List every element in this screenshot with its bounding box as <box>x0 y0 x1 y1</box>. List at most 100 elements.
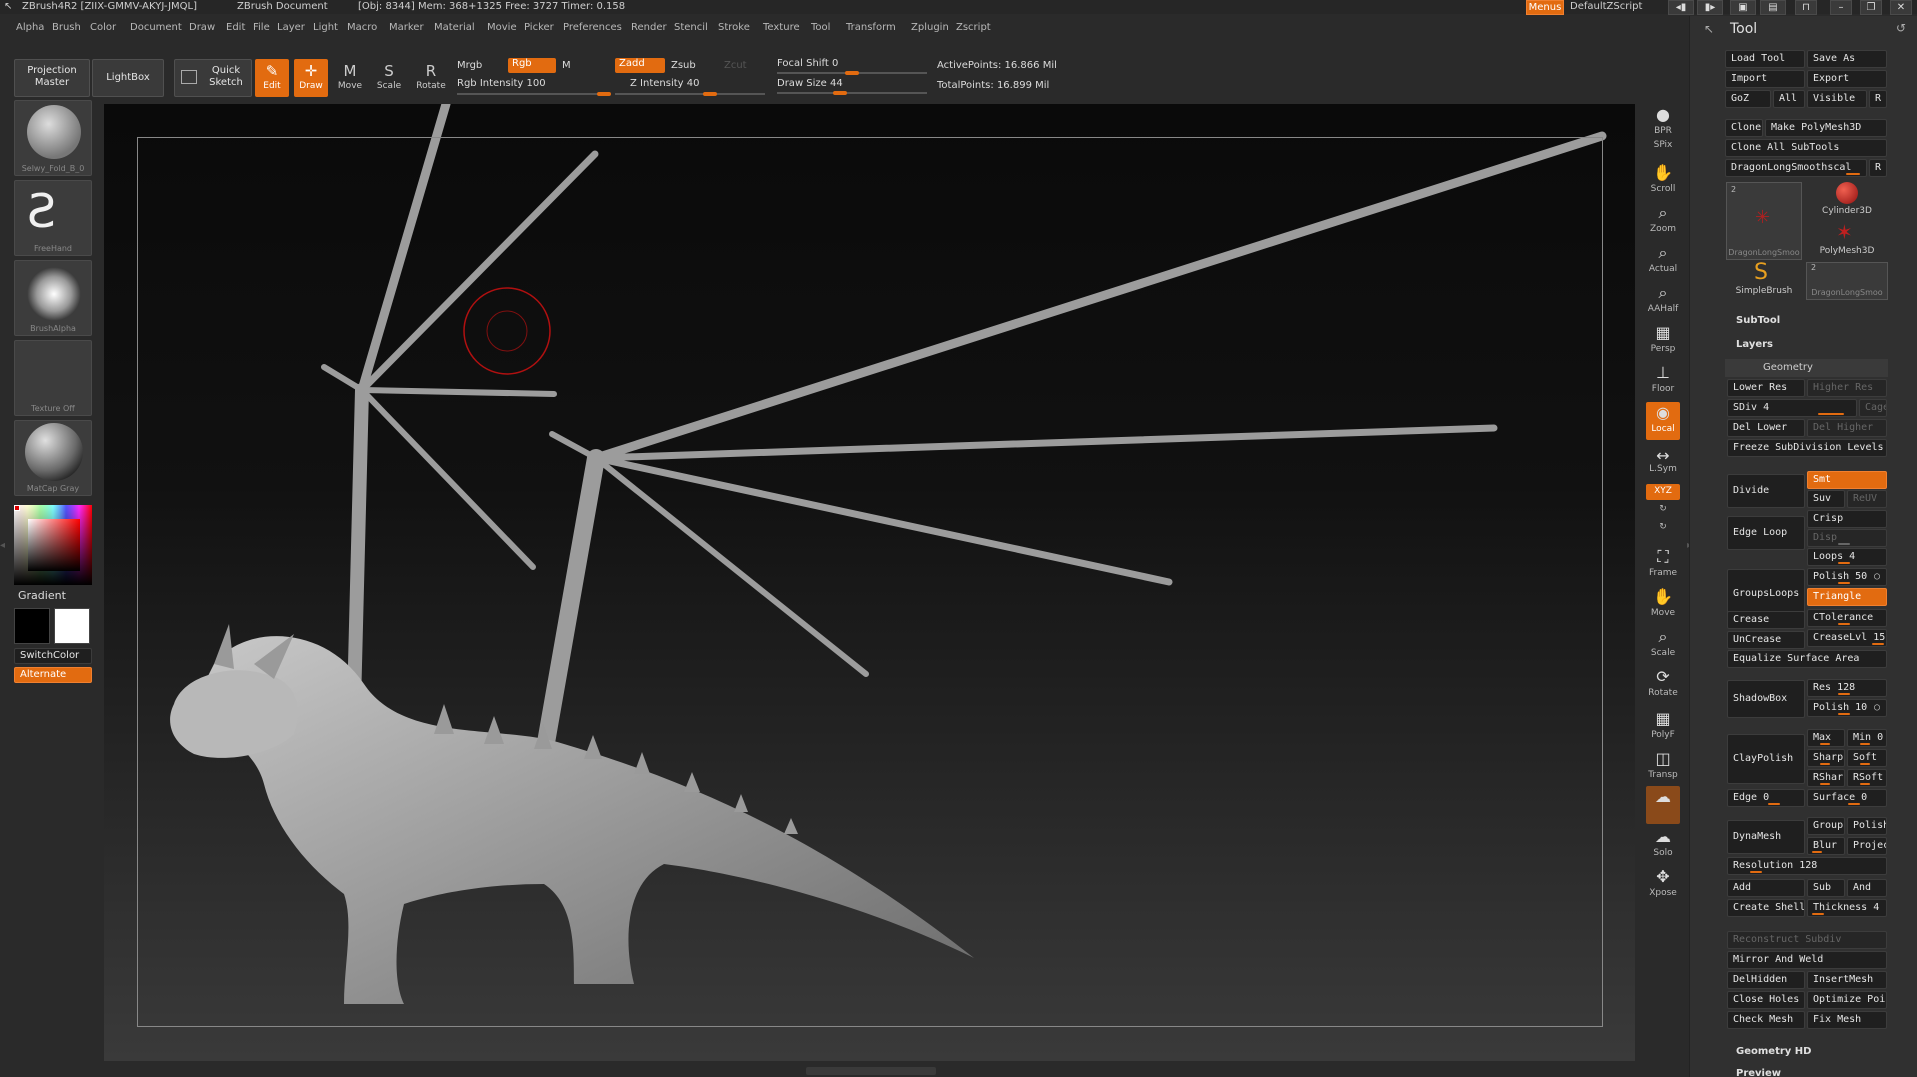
material-thumbnail[interactable]: MatCap Gray <box>14 420 92 496</box>
lock-icon[interactable]: ⊓ <box>1795 0 1817 15</box>
delhidden-button[interactable]: DelHidden <box>1727 971 1805 989</box>
menu-zplugin[interactable]: Zplugin <box>911 22 949 33</box>
tool-thumb-simplebrush[interactable]: S SimpleBrush <box>1726 260 1802 300</box>
tool-thumb-cylinder[interactable]: Cylinder3D <box>1806 182 1888 220</box>
smt-toggle[interactable]: Smt <box>1807 471 1887 489</box>
projection-master-button[interactable]: Projection Master <box>14 59 90 97</box>
geometry-hd-section[interactable]: Geometry HD <box>1736 1046 1811 1057</box>
export-button[interactable]: Export <box>1807 70 1887 88</box>
claypolish-button[interactable]: ClayPolish <box>1727 734 1805 784</box>
menu-tool[interactable]: Tool <box>811 22 830 33</box>
divide-button[interactable]: Divide <box>1727 474 1805 508</box>
gradient-label[interactable]: Gradient <box>18 589 66 602</box>
menu-picker[interactable]: Picker <box>524 22 554 33</box>
script-name[interactable]: DefaultZScript <box>1570 1 1642 12</box>
higher-res-button[interactable]: Higher Res <box>1807 379 1887 397</box>
color-picker[interactable] <box>14 505 92 585</box>
local-button[interactable]: ◉ Local <box>1646 402 1680 440</box>
geometry-section[interactable]: Geometry <box>1725 359 1888 377</box>
claypolish-rsoft-slider[interactable]: RSoft <box>1847 769 1887 787</box>
mirror-and-weld-button[interactable]: Mirror And Weld <box>1727 951 1887 969</box>
draw-button[interactable]: ✛ Draw <box>294 59 328 97</box>
lightbox-button[interactable]: LightBox <box>92 59 164 97</box>
create-shell-button[interactable]: Create Shell <box>1727 899 1805 917</box>
bottom-tray-handle[interactable] <box>806 1067 936 1075</box>
m-button[interactable]: M <box>562 60 571 71</box>
floor-button[interactable]: ⊥ Floor <box>1646 362 1680 400</box>
menu-color[interactable]: Color <box>90 22 116 33</box>
claypolish-edge-slider[interactable]: Edge 0 <box>1727 789 1805 807</box>
shadowbox-polish-slider[interactable]: Polish 10 ○ <box>1807 699 1887 717</box>
zsub-button[interactable]: Zsub <box>671 60 696 71</box>
claypolish-sharp-slider[interactable]: Sharp <box>1807 749 1845 767</box>
dynamesh-button[interactable]: DynaMesh <box>1727 820 1805 854</box>
focal-shift-track[interactable] <box>777 71 927 75</box>
crease-button[interactable]: Crease <box>1727 611 1805 629</box>
visible-button[interactable]: Visible <box>1807 90 1867 108</box>
persp-button[interactable]: ▦ Persp <box>1646 322 1680 360</box>
creaselvl-slider[interactable]: CreaseLvl 15 <box>1807 629 1887 647</box>
edge-loop-button[interactable]: Edge Loop <box>1727 516 1805 550</box>
palette-undock-icon[interactable]: ↺ <box>1896 21 1906 35</box>
menus-button[interactable]: Menus <box>1526 0 1564 15</box>
tool-thumb-dragon[interactable]: 2 ✳ DragonLongSmoo <box>1726 182 1802 260</box>
rgb-button[interactable]: Rgb <box>508 58 556 73</box>
texture-thumbnail[interactable]: Texture Off <box>14 340 92 416</box>
rotate-button[interactable]: R Rotate <box>414 59 448 97</box>
clone-all-subtools-button[interactable]: Clone All SubTools <box>1725 139 1887 157</box>
menu-layer[interactable]: Layer <box>277 22 305 33</box>
brush-thumbnail[interactable]: Selwy_Fold_B_0 <box>14 100 92 176</box>
shadowbox-res-slider[interactable]: Res 128 <box>1807 679 1887 697</box>
layout-a-icon[interactable]: ▣ <box>1730 0 1756 15</box>
quick-sketch-button[interactable]: Quick Sketch <box>174 59 252 97</box>
menu-zscript[interactable]: Zscript <box>956 22 991 33</box>
menu-draw[interactable]: Draw <box>189 22 215 33</box>
check-mesh-button[interactable]: Check Mesh <box>1727 1011 1805 1029</box>
spix-slider[interactable]: SPix <box>1646 140 1680 158</box>
secondary-color-swatch[interactable] <box>14 608 50 644</box>
zadd-button[interactable]: Zadd <box>615 58 665 73</box>
menu-alpha[interactable]: Alpha <box>16 22 44 33</box>
lower-res-button[interactable]: Lower Res <box>1727 379 1805 397</box>
add-button[interactable]: Add <box>1727 879 1805 897</box>
disp-toggle[interactable]: Disp <box>1807 529 1887 547</box>
layout-b-icon[interactable]: ▤ <box>1760 0 1786 15</box>
dynamesh-project-toggle[interactable]: Projec <box>1847 837 1887 855</box>
menu-render[interactable]: Render <box>631 22 667 33</box>
menu-file[interactable]: File <box>253 22 270 33</box>
sdiv-slider[interactable]: SDiv 4 <box>1727 399 1857 417</box>
reconstruct-subdiv-button[interactable]: Reconstruct Subdiv <box>1727 931 1887 949</box>
freeze-subdiv-button[interactable]: Freeze SubDivision Levels <box>1727 439 1887 457</box>
menu-movie[interactable]: Movie <box>487 22 517 33</box>
import-button[interactable]: Import <box>1725 70 1805 88</box>
viewport-rotate-button[interactable]: ⟳ Rotate <box>1646 666 1680 704</box>
rotate-z-button[interactable]: ↻ <box>1646 522 1680 538</box>
del-lower-button[interactable]: Del Lower <box>1727 419 1805 437</box>
equalize-surface-button[interactable]: Equalize Surface Area <box>1727 650 1887 668</box>
reuv-toggle[interactable]: ReUV <box>1847 490 1887 508</box>
menu-edit[interactable]: Edit <box>226 22 245 33</box>
switch-color-button[interactable]: SwitchColor <box>14 648 92 664</box>
claypolish-soft-slider[interactable]: Soft <box>1847 749 1887 767</box>
scale-button[interactable]: S Scale <box>372 59 406 97</box>
dynamesh-group-toggle[interactable]: Group <box>1807 817 1845 835</box>
viewport-move-button[interactable]: ✋ Move <box>1646 586 1680 624</box>
xyz-button[interactable]: XYZ <box>1646 484 1680 500</box>
menu-transform[interactable]: Transform <box>846 22 896 33</box>
claypolish-surface-slider[interactable]: Surface 0 <box>1807 789 1887 807</box>
focal-shift-slider[interactable]: Focal Shift 0 <box>777 58 838 69</box>
left-collapse-icon[interactable]: ◂ <box>0 540 6 570</box>
claypolish-rsharp-slider[interactable]: RShar <box>1807 769 1845 787</box>
scroll-right-icon[interactable]: ▮▸ <box>1697 0 1723 15</box>
z-intensity-track[interactable] <box>615 92 765 96</box>
shadowbox-button[interactable]: ShadowBox <box>1727 680 1805 718</box>
move-button[interactable]: M Move <box>333 59 367 97</box>
thickness-slider[interactable]: Thickness 4 <box>1807 899 1887 917</box>
current-tool-r-button[interactable]: R <box>1869 159 1887 177</box>
focal-shift-knob[interactable] <box>845 71 859 75</box>
xpose-button[interactable]: ✥ Xpose <box>1646 866 1680 904</box>
scroll-left-icon[interactable]: ◂▮ <box>1668 0 1694 15</box>
alternate-button[interactable]: Alternate <box>14 667 92 683</box>
loops-slider[interactable]: Loops 4 <box>1807 548 1887 566</box>
claypolish-max-slider[interactable]: Max <box>1807 729 1845 747</box>
